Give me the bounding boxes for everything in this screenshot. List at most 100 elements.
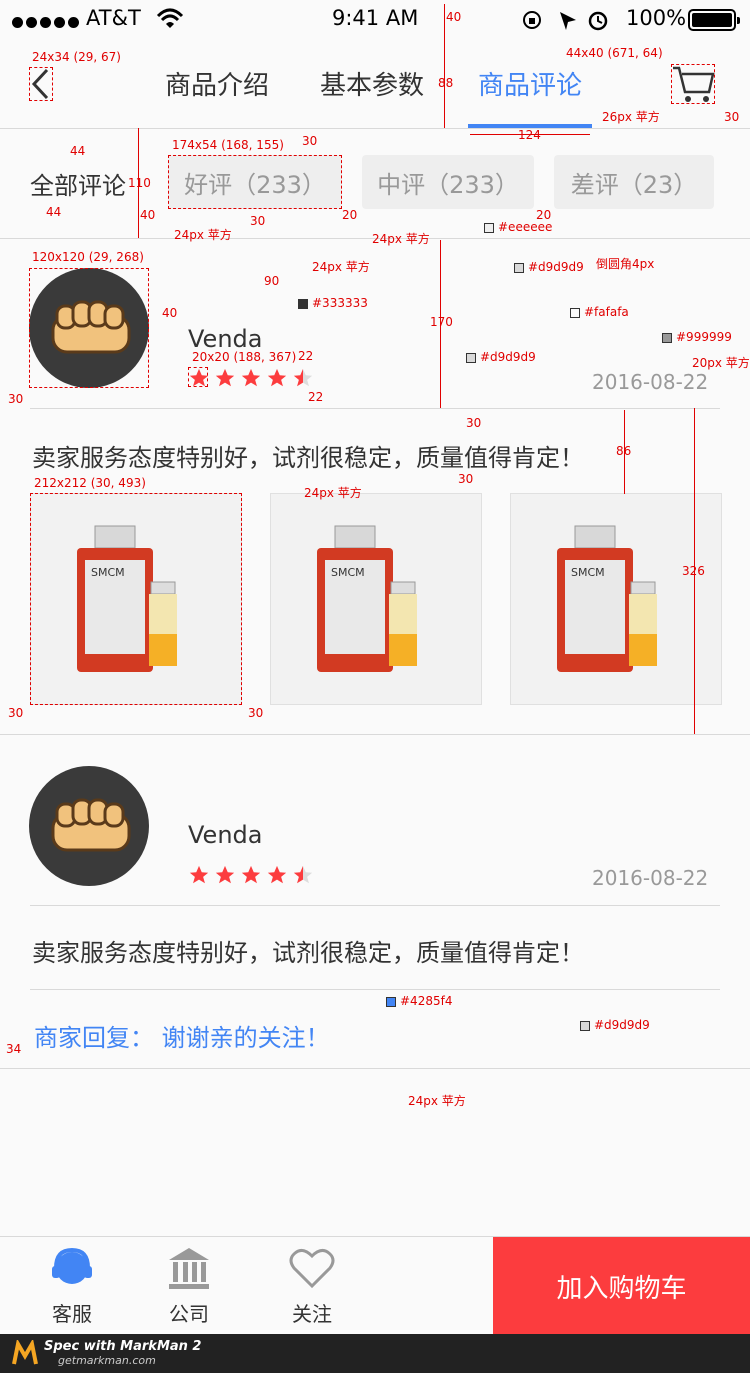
add-to-cart-button[interactable]: 加入购物车 [493,1237,750,1335]
spec-box [671,64,715,104]
star-icon [267,368,287,387]
tab-product-intro[interactable]: 商品介绍 [165,65,269,102]
review-header-divider [30,905,720,906]
battery-label: 100% [626,6,687,30]
reply-divider [30,989,720,990]
bank-icon [169,1248,209,1289]
customer-service-button[interactable]: 客服 [12,1237,132,1335]
spec-label: 26px 苹方 [602,110,660,124]
reviewer-name: Venda [188,821,263,849]
status-icons [523,11,608,31]
spec-label: 22 [298,349,314,363]
review-image[interactable]: SMCM [510,493,722,705]
filter-all[interactable]: 全部评论 [30,166,126,201]
star-icon [293,368,313,387]
markman-logo-icon [12,1340,38,1365]
filter-medium[interactable]: 中评（233） [362,155,534,209]
heart-icon [289,1249,335,1289]
spec-label: 20 [342,208,358,222]
follow-label: 关注 [292,1302,332,1326]
spec-label: 124 [518,128,541,142]
markman-spec-text: Spec with MarkMan 2 [44,1339,202,1354]
spec-label: 30 [8,392,24,406]
follow-button[interactable]: 关注 [252,1237,372,1335]
spec-label: #d9d9d9 [466,350,536,364]
spec-label: 30 [8,706,24,720]
tab-basic-params[interactable]: 基本参数 [320,65,424,102]
svg-text:SMCM: SMCM [331,566,365,579]
spec-label: 212x212 (30, 493) [34,476,146,490]
headset-icon [52,1247,92,1284]
fist-icon [51,798,131,852]
spec-label: 24px 苹方 [312,260,370,274]
review-date: 2016-08-22 [592,370,709,394]
star-icon [215,865,235,884]
spec-box [168,155,342,209]
spec-line [444,4,445,40]
star-icon [189,865,209,884]
spec-box [29,67,53,101]
review-text: 卖家服务态度特别好，试剂很稳定，质量值得肯定！ [32,444,584,472]
spec-label: 40 [446,10,462,24]
spec-label: #999999 [662,330,732,344]
spec-label: #eeeeee [484,220,552,234]
spec-label: 120x120 (29, 268) [32,250,144,264]
svg-text:SMCM: SMCM [571,566,605,579]
star-icon [241,865,261,884]
spec-label: #333333 [298,296,368,310]
product-bottle-image: SMCM [317,525,417,672]
spec-label: 86 [616,444,632,458]
spec-label: 24px 苹方 [304,486,362,500]
spec-box [29,268,149,388]
nav-divider [0,128,750,129]
merchant-reply: 商家回复： 谢谢亲的关注！ [34,1024,330,1052]
spec-label: 88 [438,76,454,90]
spec-label: 110 [128,176,151,190]
tab-product-reviews[interactable]: 商品评论 [478,65,582,102]
product-bottle-image: SMCM [557,525,657,672]
spec-label: #d9d9d9 [514,260,584,274]
spec-label: #fafafa [570,305,629,319]
spec-label: 22 [308,390,324,404]
star-icon [215,368,235,387]
spec-label: 30 [466,416,482,430]
clock-label: 9:41 AM [332,6,419,30]
spec-label: 30 [302,134,318,148]
spec-label: 30 [458,472,474,486]
review-divider [0,1068,750,1069]
company-button[interactable]: 公司 [129,1237,249,1335]
spec-label: 44 [46,205,62,219]
spec-label: 40 [162,306,178,320]
spec-label: 24px 苹方 [174,228,232,242]
spec-box [30,493,242,705]
filter-bad[interactable]: 差评（23） [554,155,714,209]
spec-label: 326 [682,564,705,578]
reviewer-name: Venda [188,325,263,353]
markman-footer: Spec with MarkMan 2 getmarkman.com [0,1334,750,1373]
spec-label: 170 [430,315,453,329]
carrier-label: AT&T [86,6,141,30]
bottom-bar: 客服 公司 关注 加入购物车 [0,1236,750,1335]
review-image[interactable]: SMCM [270,493,482,705]
spec-box [188,367,208,387]
star-icon [241,368,261,387]
star-icon [267,865,287,884]
spec-label: 40 [140,208,156,222]
spec-label: 174x54 (168, 155) [172,138,284,152]
spec-label: 30 [248,706,264,720]
star-icon [293,865,313,884]
spec-label: 44 [70,144,86,158]
spec-label: 34 [6,1042,22,1056]
review-divider [0,734,750,735]
spec-label: 90 [264,274,280,288]
battery-icon [688,9,740,31]
spec-label: 24x34 (29, 67) [32,50,121,64]
spec-label: 24px 苹方 [372,232,430,246]
review-text: 卖家服务态度特别好，试剂很稳定，质量值得肯定！ [32,939,584,967]
spec-label: 44x40 (671, 64) [566,46,663,60]
review-date: 2016-08-22 [592,866,709,890]
spec-label: 30 [724,110,740,124]
company-label: 公司 [169,1302,209,1326]
status-bar: AT&T 9:41 AM 100% [0,0,750,40]
spec-label: 24px 苹方 [408,1094,466,1108]
